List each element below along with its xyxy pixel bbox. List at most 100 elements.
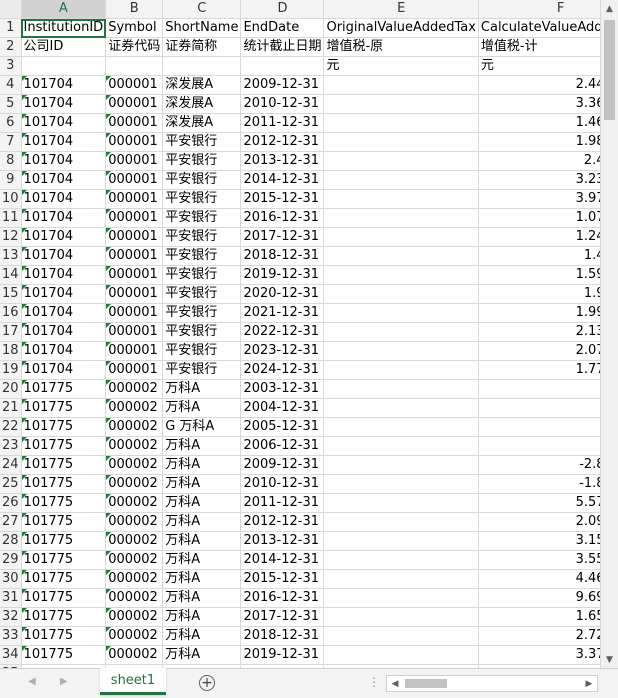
cell-f[interactable]: 1.07E+10 (478, 208, 600, 228)
more-options-icon[interactable]: ⋮ (368, 675, 380, 689)
cell-b[interactable]: 000001 (105, 170, 164, 190)
cell-a[interactable]: 101704 (21, 208, 107, 228)
cell-e[interactable] (323, 189, 479, 209)
row-header[interactable]: 30 (0, 569, 22, 589)
row-header[interactable]: 23 (0, 436, 22, 456)
cell-c[interactable]: 万科A (162, 569, 242, 589)
cell-a[interactable]: 101704 (21, 227, 107, 247)
cell-e[interactable] (323, 341, 479, 361)
cell-c[interactable]: 平安银行 (162, 151, 242, 171)
cell-e[interactable] (323, 284, 479, 304)
cell-b[interactable]: 000002 (105, 569, 164, 589)
cell-a[interactable]: 101775 (21, 474, 107, 494)
cell-f[interactable]: -2.8E+08 (478, 455, 600, 475)
row-header[interactable]: 17 (0, 322, 22, 342)
row-header[interactable]: 26 (0, 493, 22, 513)
cell-f[interactable]: 2.13E+10 (478, 322, 600, 342)
cell-b[interactable]: 000001 (105, 75, 164, 95)
cell-d[interactable]: 2014-12-31 (240, 550, 325, 570)
cell-b[interactable]: 000001 (105, 265, 164, 285)
cell-c[interactable]: 万科A (162, 379, 242, 399)
cell-b[interactable]: 000001 (105, 94, 164, 114)
cell-d[interactable]: 2016-12-31 (240, 208, 325, 228)
cell-b[interactable]: 000002 (105, 474, 164, 494)
row-header[interactable]: 22 (0, 417, 22, 437)
row-header[interactable]: 14 (0, 265, 22, 285)
cell-e[interactable] (323, 322, 479, 342)
cell-c[interactable]: G 万科A (162, 417, 242, 437)
cell-b[interactable] (105, 56, 164, 76)
cell-c[interactable]: 平安银行 (162, 208, 242, 228)
cell-c[interactable]: 万科A (162, 550, 242, 570)
cell-c[interactable]: 平安银行 (162, 303, 242, 323)
cell-d[interactable]: 2020-12-31 (240, 284, 325, 304)
cell-b[interactable]: 000002 (105, 588, 164, 608)
column-header-e[interactable]: E (323, 0, 479, 19)
row-header[interactable]: 5 (0, 94, 22, 114)
cell-c[interactable]: 平安银行 (162, 170, 242, 190)
cell-d[interactable]: 2006-12-31 (240, 436, 325, 456)
cell-c[interactable]: 平安银行 (162, 132, 242, 152)
cell-f[interactable]: 3.36E+08 (478, 94, 600, 114)
cell-e[interactable] (323, 208, 479, 228)
cell-a[interactable]: 101704 (21, 341, 107, 361)
cell-f[interactable]: 5.57E+08 (478, 493, 600, 513)
row-header[interactable]: 24 (0, 455, 22, 475)
row-header[interactable]: 2 (0, 37, 22, 57)
cell-a[interactable]: 101704 (21, 132, 107, 152)
cell-a[interactable]: 101775 (21, 493, 107, 513)
column-header-a[interactable]: A (21, 0, 107, 19)
cell-e[interactable] (323, 151, 479, 171)
cell-a[interactable]: 101775 (21, 607, 107, 627)
cell-e[interactable] (323, 626, 479, 646)
cell-f[interactable]: 2.07E+10 (478, 341, 600, 361)
row-header[interactable]: 21 (0, 398, 22, 418)
row-header[interactable]: 13 (0, 246, 22, 266)
cell-f[interactable]: 3.97E+09 (478, 189, 600, 209)
cell-c[interactable]: 万科A (162, 436, 242, 456)
cell-e[interactable] (323, 113, 479, 133)
row-header[interactable]: 29 (0, 550, 22, 570)
cell-b[interactable]: 000001 (105, 284, 164, 304)
column-header-c[interactable]: C (162, 0, 242, 19)
cell-f[interactable]: 1.24E+10 (478, 227, 600, 247)
cell-e[interactable] (323, 436, 479, 456)
cell-d[interactable]: 统计截止日期 (240, 37, 325, 57)
cell-a[interactable]: 101775 (21, 512, 107, 532)
cell-f[interactable]: 3.15E+09 (478, 531, 600, 551)
cell-c[interactable]: 平安银行 (162, 227, 242, 247)
cell-c[interactable]: 平安银行 (162, 265, 242, 285)
cell-c[interactable]: 万科A (162, 398, 242, 418)
cell-d[interactable]: 2010-12-31 (240, 474, 325, 494)
cell-d[interactable]: 2019-12-31 (240, 645, 325, 665)
cell-b[interactable]: 000002 (105, 512, 164, 532)
cell-c[interactable]: 万科A (162, 607, 242, 627)
cell-d[interactable]: 2016-12-31 (240, 588, 325, 608)
cell-a[interactable]: 101775 (21, 398, 107, 418)
cell-a[interactable]: 101775 (21, 417, 107, 437)
cell-e[interactable] (323, 455, 479, 475)
cell-f[interactable]: -1.8E+08 (478, 474, 600, 494)
cell-a[interactable]: 101704 (21, 94, 107, 114)
cell-b[interactable]: 000001 (105, 113, 164, 133)
cell-c[interactable]: 平安银行 (162, 284, 242, 304)
row-header[interactable]: 25 (0, 474, 22, 494)
cell-d[interactable]: 2011-12-31 (240, 493, 325, 513)
cell-b[interactable]: 000001 (105, 322, 164, 342)
row-header[interactable]: 7 (0, 132, 22, 152)
cell-f[interactable]: 1.4E+10 (478, 246, 600, 266)
vertical-scroll-thumb[interactable] (604, 20, 615, 120)
horizontal-scrollbar[interactable]: ◀ ▶ (386, 675, 598, 692)
cell-b[interactable]: 证券代码 (105, 37, 164, 57)
cell-a[interactable]: 101704 (21, 303, 107, 323)
cell-d[interactable]: 2015-12-31 (240, 189, 325, 209)
column-header-d[interactable]: D (240, 0, 325, 19)
cell-c[interactable]: 平安银行 (162, 246, 242, 266)
cell-d[interactable]: 2018-12-31 (240, 246, 325, 266)
cell-e[interactable] (323, 550, 479, 570)
cell-a[interactable]: 101775 (21, 436, 107, 456)
cell-c[interactable]: 深发展A (162, 75, 242, 95)
cell-e[interactable] (323, 512, 479, 532)
cell-e[interactable]: 元 (323, 56, 479, 76)
cell-b[interactable]: 000002 (105, 607, 164, 627)
